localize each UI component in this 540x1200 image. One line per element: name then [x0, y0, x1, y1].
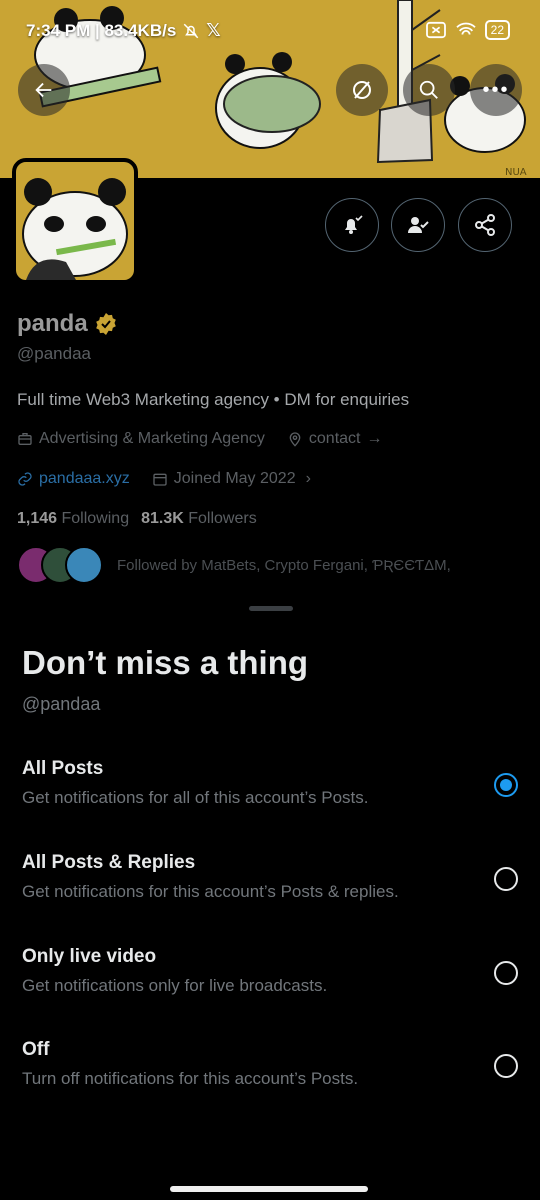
- more-button[interactable]: •••: [470, 64, 522, 116]
- option-desc: Get notifications for all of this accoun…: [22, 788, 369, 807]
- location-label: contact: [308, 430, 361, 447]
- back-button[interactable]: [18, 64, 70, 116]
- option-off[interactable]: Off Turn off notifications for this acco…: [22, 1039, 522, 1109]
- option-desc: Get notifications for this account’s Pos…: [22, 882, 399, 901]
- x-logo-icon: 𝕏: [206, 20, 221, 40]
- home-indicator[interactable]: [170, 1186, 368, 1192]
- calendar-icon: [153, 473, 167, 486]
- following-stat[interactable]: 1,146 Following: [17, 510, 129, 528]
- followed-by-text: Followed by MatBets, Crypto Fergani, ƤƦЄ…: [117, 556, 451, 574]
- panda-avatar-image: [22, 178, 128, 280]
- avatar[interactable]: [12, 158, 138, 284]
- option-all-posts[interactable]: All Posts Get notifications for all of t…: [22, 758, 522, 828]
- option-all-posts-replies[interactable]: All Posts & Replies Get notifications fo…: [22, 852, 522, 922]
- search-icon: [419, 80, 438, 99]
- sheet-title: Don’t miss a thing: [22, 644, 309, 681]
- battery-icon: 22: [484, 20, 510, 40]
- user-check-icon: [408, 217, 429, 233]
- radio-unselected[interactable]: [494, 961, 518, 985]
- wifi-icon: [455, 22, 476, 35]
- profile-joined[interactable]: Joined May 2022 ›: [152, 470, 311, 488]
- profile-location[interactable]: contact →: [287, 430, 383, 448]
- option-only-live-video[interactable]: Only live video Get notifications only f…: [22, 946, 522, 1016]
- status-time-speed: 7:34 PM | 83.4KB/s: [26, 20, 177, 40]
- follower-avatar: [65, 546, 103, 584]
- option-desc: Get notifications only for live broadcas…: [22, 976, 328, 995]
- sheet-handle: @pandaa: [22, 694, 101, 714]
- share-button[interactable]: [458, 198, 512, 252]
- radio-unselected[interactable]: [494, 867, 518, 891]
- search-button[interactable]: [403, 64, 455, 116]
- battery-level: 22: [490, 23, 504, 37]
- followers-label: Followers: [188, 510, 257, 527]
- sim-icon: [425, 21, 446, 39]
- website-link[interactable]: pandaaa.xyz: [39, 470, 130, 488]
- profile-info: panda @pandaa Full time Web3 Marketing a…: [17, 310, 527, 584]
- following-button[interactable]: [391, 198, 445, 252]
- arrow-right-icon: →: [366, 430, 383, 447]
- chevron-right-icon: ›: [305, 470, 311, 487]
- radio-selected[interactable]: [494, 773, 518, 797]
- share-icon: [475, 214, 495, 236]
- profile-handle: @pandaa: [17, 344, 91, 363]
- notifications-button[interactable]: [325, 198, 379, 252]
- category-label: Advertising & Marketing Agency: [39, 430, 265, 447]
- followers-count: 81.3K: [141, 510, 184, 527]
- link-icon: [18, 472, 32, 486]
- option-title: All Posts & Replies: [22, 852, 196, 873]
- notification-settings-sheet: Don’t miss a thing @pandaa All Posts Get…: [0, 596, 540, 1200]
- bell-off-icon: [184, 23, 199, 38]
- profile-category: Advertising & Marketing Agency: [17, 430, 265, 448]
- option-title: Off: [22, 1039, 50, 1060]
- grok-button[interactable]: [336, 64, 388, 116]
- option-desc: Turn off notifications for this account’…: [22, 1069, 359, 1088]
- more-icon: •••: [482, 78, 510, 101]
- option-title: All Posts: [22, 758, 104, 779]
- banner-signature: NUA: [505, 167, 527, 178]
- grok-icon: [353, 81, 371, 99]
- following-count: 1,146: [17, 510, 58, 527]
- verified-badge-icon[interactable]: [94, 312, 118, 336]
- status-bar: 7:34 PM | 83.4KB/s 𝕏 22: [0, 0, 540, 60]
- radio-unselected[interactable]: [494, 1054, 518, 1078]
- location-pin-icon: [289, 432, 301, 447]
- following-label: Following: [61, 510, 130, 527]
- profile-website[interactable]: pandaaa.xyz: [17, 470, 130, 488]
- joined-label: Joined May 2022: [173, 470, 296, 487]
- profile-bio: Full time Web3 Marketing agency • DM for…: [17, 390, 410, 409]
- sheet-grabber[interactable]: [249, 606, 293, 611]
- bell-check-icon: [345, 215, 363, 234]
- briefcase-icon: [18, 433, 32, 445]
- followers-stat[interactable]: 81.3K Followers: [141, 510, 257, 528]
- follower-avatars: [17, 546, 103, 584]
- profile-name: panda: [17, 310, 88, 337]
- option-title: Only live video: [22, 946, 157, 967]
- back-arrow-icon: [35, 82, 52, 98]
- followed-by[interactable]: Followed by MatBets, Crypto Fergani, ƤƦЄ…: [17, 546, 527, 584]
